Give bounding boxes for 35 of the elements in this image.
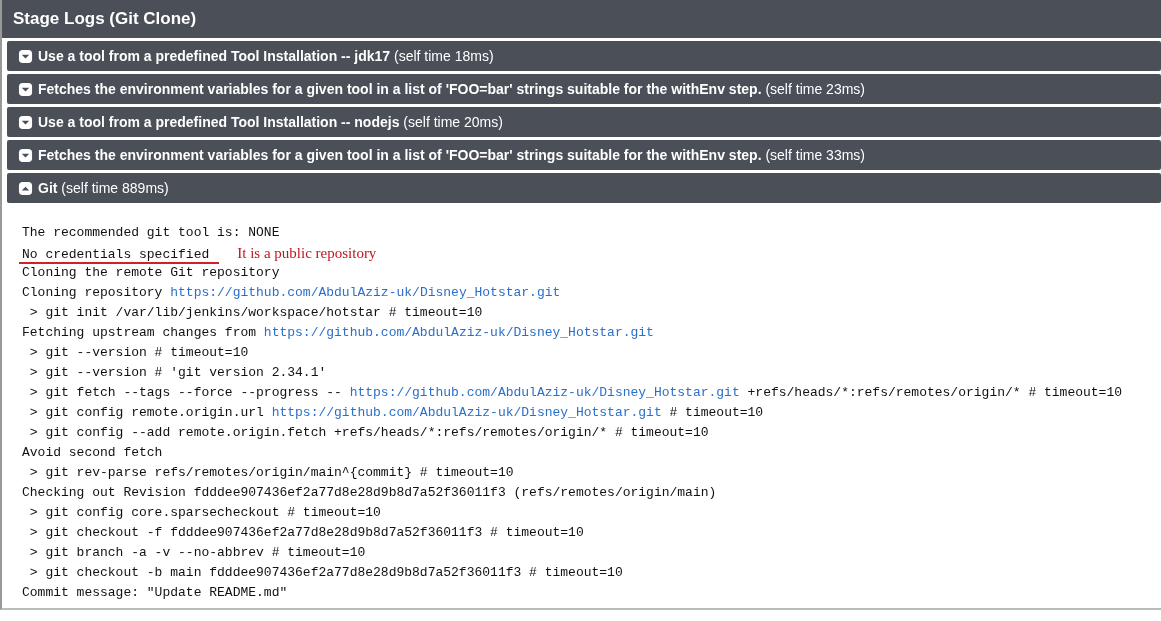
expand-icon[interactable] [18,81,33,97]
log-line: No credentials specified [19,247,220,264]
expand-icon[interactable] [18,114,33,130]
log-line: Cloning repository https://github.com/AbdulAziz-uk/Disney_Hotstar.git [22,285,561,300]
step-row[interactable]: Fetches the environment variables for a given tool in a list of 'FOO=bar' strings suitable for the withEnv step. (self time 33ms) [7,140,1161,170]
collapse-icon[interactable] [18,180,33,196]
log-line: > git config core.sparsecheckout # timeout=10 [28,505,381,520]
log-line: > git init /var/lib/jenkins/workspace/hotstar # timeout=10 [28,305,483,320]
log-line: > git branch -a -v --no-abbrev # timeout=10 [28,545,366,560]
log-line: > git --version # 'git version 2.34.1' [28,365,327,380]
log-line: Fetching upstream changes from https://github.com/AbdulAziz-uk/Disney_Hotstar.git [22,325,654,340]
log-line: Cloning the remote Git repository [22,265,280,280]
log-line: > git --version # timeout=10 [28,345,249,360]
log-line: > git config remote.origin.url https://github.com/AbdulAziz-uk/Disney_Hotstar.git # timeout=10 [28,405,764,420]
log-line: The recommended git tool is: NONE [22,225,280,240]
step-row[interactable]: Git (self time 889ms) [7,173,1161,203]
log-line: > git config --add remote.origin.fetch +refs/heads/*:refs/remotes/origin/* # timeout=10 [28,425,709,440]
expand-icon[interactable] [18,48,33,64]
log-line: > git fetch --tags --force --progress -- https://github.com/AbdulAziz-uk/Disney_Hotstar.git +refs/heads/*:refs/remotes/origin/* # timeout=10 [28,385,1122,400]
log-line: > git rev-parse refs/remotes/origin/main^{commit} # timeout=10 [28,465,514,480]
log-line: Checking out Revision fdddee907436ef2a77d8e28d9b8d7a52f36011f3 (refs/remotes/origin/main) [22,485,717,500]
step-row[interactable]: Use a tool from a predefined Tool Installation -- jdk17 (self time 18ms) [7,41,1161,71]
expand-icon[interactable] [18,147,33,163]
repository-link[interactable]: https://github.com/AbdulAziz-uk/Disney_Hotstar.git [271,405,662,420]
step-row[interactable]: Use a tool from a predefined Tool Installation -- nodejs (self time 20ms) [7,107,1161,137]
stage-logs-header: Stage Logs (Git Clone) [2,0,1161,38]
repository-link[interactable]: https://github.com/AbdulAziz-uk/Disney_Hotstar.git [263,325,654,340]
log-line: > git checkout -f fdddee907436ef2a77d8e28d9b8d7a52f36011f3 # timeout=10 [28,525,584,540]
log-line: Avoid second fetch [22,445,163,460]
step-row[interactable]: Fetches the environment variables for a given tool in a list of 'FOO=bar' strings suitable for the withEnv step. (self time 23ms) [7,74,1161,104]
repository-link[interactable]: https://github.com/AbdulAziz-uk/Disney_Hotstar.git [349,385,740,400]
log-line: > git checkout -b main fdddee907436ef2a77d8e28d9b8d7a52f36011f3 # timeout=10 [28,565,623,580]
log-line: Commit message: "Update README.md" [22,585,288,600]
annotation-note: It is a public repository [237,245,377,262]
repository-link[interactable]: https://github.com/AbdulAziz-uk/Disney_Hotstar.git [170,285,561,300]
